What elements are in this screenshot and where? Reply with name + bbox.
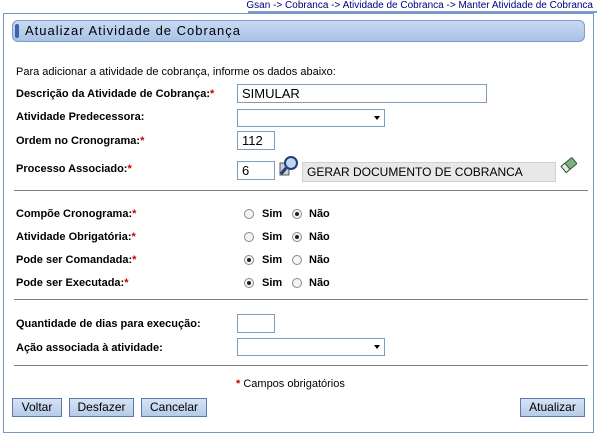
chevron-down-icon: [374, 345, 380, 349]
comandada-nao-label: Não: [309, 254, 330, 266]
quantidade-dias-input[interactable]: [237, 314, 275, 333]
obrigatoria-sim-radio[interactable]: [244, 232, 254, 242]
obrigatoria-nao-radio[interactable]: [292, 232, 302, 242]
obrigatoria-nao-label: Não: [309, 231, 330, 243]
comandada-sim-label: Sim: [262, 254, 283, 266]
compoe-sim-label: Sim: [262, 208, 283, 220]
executada-label: Pode ser Executada:*: [16, 277, 129, 289]
comandada-nao-radio[interactable]: [292, 255, 302, 265]
required-marker: *: [236, 378, 241, 390]
atualizar-button[interactable]: Atualizar: [520, 398, 585, 417]
ordem-label: Ordem no Cronograma:*: [16, 135, 145, 147]
processo-description: GERAR DOCUMENTO DE COBRANCA: [302, 162, 556, 182]
descricao-input[interactable]: [237, 84, 487, 103]
form-panel: Atualizar Atividade de Cobrança Para adi…: [3, 13, 594, 433]
page-title: Atualizar Atividade de Cobrança: [12, 20, 585, 42]
magnifier-icon[interactable]: [279, 155, 301, 182]
processo-input[interactable]: [237, 161, 275, 180]
compoe-label: Compõe Cronograma:*: [16, 208, 137, 220]
eraser-icon[interactable]: [559, 155, 579, 178]
predecessora-select[interactable]: [237, 109, 385, 127]
executada-sim-label: Sim: [262, 277, 283, 289]
obrigatoria-label: Atividade Obrigatória:*: [16, 231, 136, 243]
required-marker: *: [210, 88, 215, 100]
acao-label: Ação associada à atividade:: [16, 342, 163, 354]
required-marker: *: [132, 254, 137, 266]
required-marker: *: [127, 163, 132, 175]
breadcrumb: Gsan -> Cobranca -> Atividade de Cobranc…: [246, 0, 593, 11]
comandada-label: Pode ser Comandada:*: [16, 254, 137, 266]
required-marker: *: [131, 231, 136, 243]
obrigatoria-sim-label: Sim: [262, 231, 283, 243]
section-divider: [14, 190, 588, 191]
descricao-label: Descrição da Atividade de Cobrança:*: [16, 88, 215, 100]
cancelar-button[interactable]: Cancelar: [141, 398, 207, 417]
predecessora-label: Atividade Predecessora:: [16, 111, 145, 123]
acao-select[interactable]: [237, 338, 385, 356]
required-marker: *: [124, 277, 129, 289]
processo-label: Processo Associado:*: [16, 163, 132, 175]
compoe-nao-radio[interactable]: [292, 209, 302, 219]
executada-sim-radio[interactable]: [244, 278, 254, 288]
chevron-down-icon: [374, 116, 380, 120]
desfazer-button[interactable]: Desfazer: [69, 398, 134, 417]
required-marker: *: [132, 208, 137, 220]
ordem-input[interactable]: [237, 131, 275, 150]
section-divider: [14, 299, 588, 300]
required-marker: *: [140, 135, 145, 147]
compoe-nao-label: Não: [309, 208, 330, 220]
quantidade-dias-label: Quantidade de dias para execução:: [16, 318, 201, 330]
intro-text: Para adicionar a atividade de cobrança, …: [16, 66, 336, 78]
comandada-sim-radio[interactable]: [244, 255, 254, 265]
section-divider: [14, 365, 588, 366]
required-note: * Campos obrigatórios: [236, 378, 345, 390]
voltar-button[interactable]: Voltar: [12, 398, 62, 417]
compoe-sim-radio[interactable]: [244, 209, 254, 219]
executada-nao-label: Não: [309, 277, 330, 289]
executada-nao-radio[interactable]: [292, 278, 302, 288]
